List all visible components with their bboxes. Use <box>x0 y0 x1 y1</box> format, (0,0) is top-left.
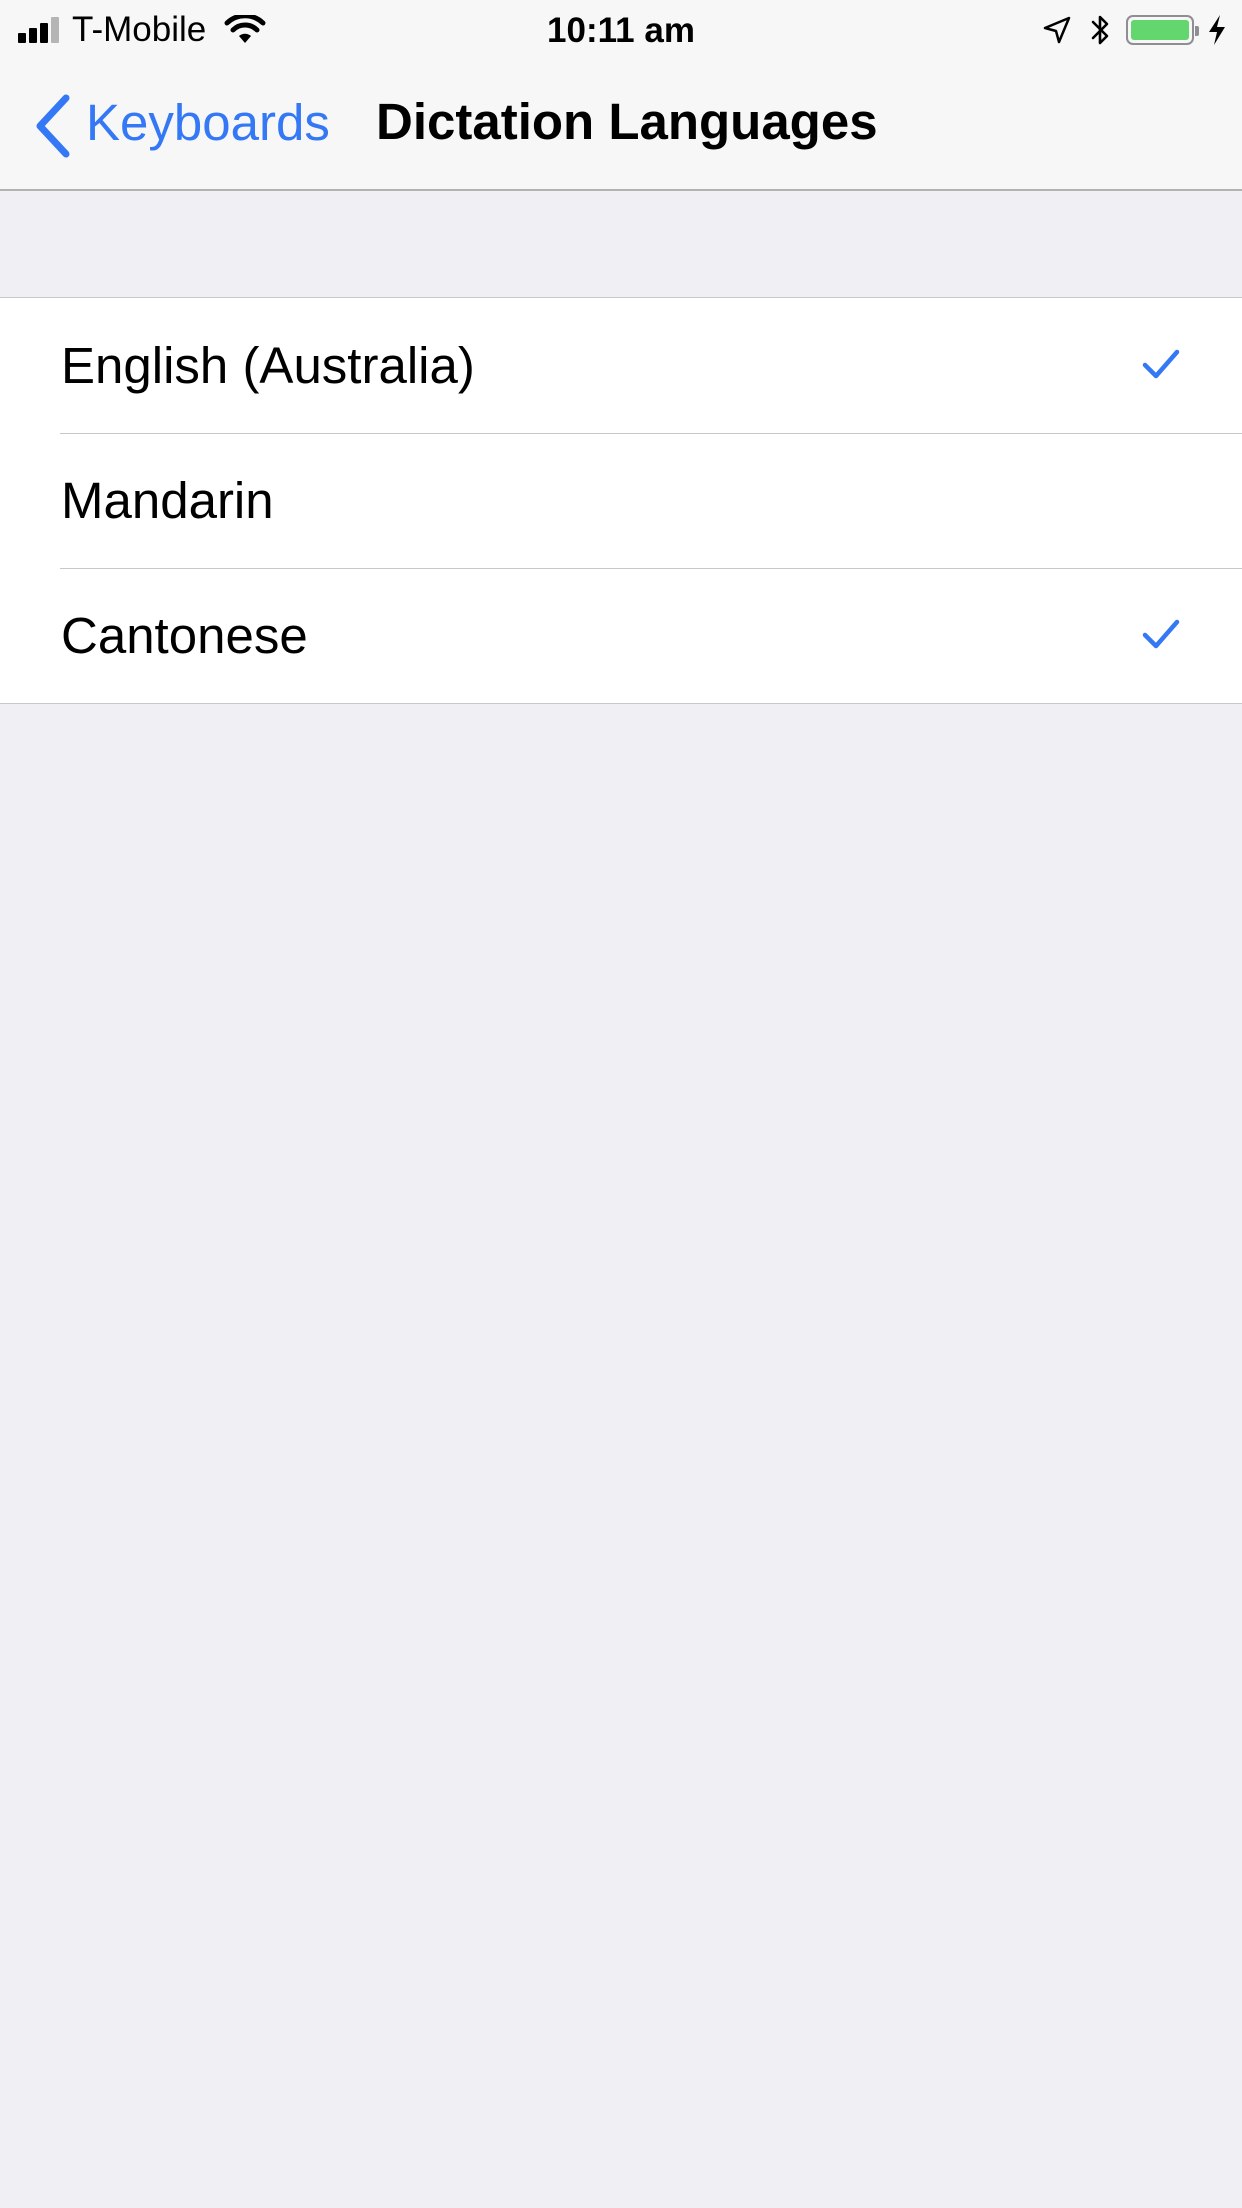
language-row-english-australia[interactable]: English (Australia) <box>0 298 1242 433</box>
language-label: English (Australia) <box>61 337 475 394</box>
language-row-cantonese[interactable]: Cantonese <box>0 568 1242 703</box>
status-bar: T-Mobile 10:11 am <box>0 0 1242 60</box>
charging-icon <box>1209 15 1225 45</box>
bluetooth-icon <box>1091 15 1109 45</box>
language-label: Cantonese <box>61 607 308 664</box>
battery-fill <box>1131 20 1189 40</box>
checkmark-icon <box>1142 349 1180 379</box>
status-right <box>1042 0 1228 60</box>
navigation-bar: Keyboards Dictation Languages <box>0 60 1242 191</box>
battery-icon <box>1126 15 1199 45</box>
language-label: Mandarin <box>61 472 274 529</box>
chevron-left-icon <box>36 94 70 157</box>
page-title: Dictation Languages <box>376 93 878 150</box>
language-list: English (Australia) Mandarin Cantonese <box>0 297 1242 704</box>
location-icon <box>1043 16 1071 44</box>
language-row-mandarin[interactable]: Mandarin <box>0 433 1242 568</box>
checkmark-icon <box>1142 619 1180 649</box>
back-button[interactable]: Keyboards <box>34 60 330 191</box>
back-label: Keyboards <box>86 94 330 151</box>
